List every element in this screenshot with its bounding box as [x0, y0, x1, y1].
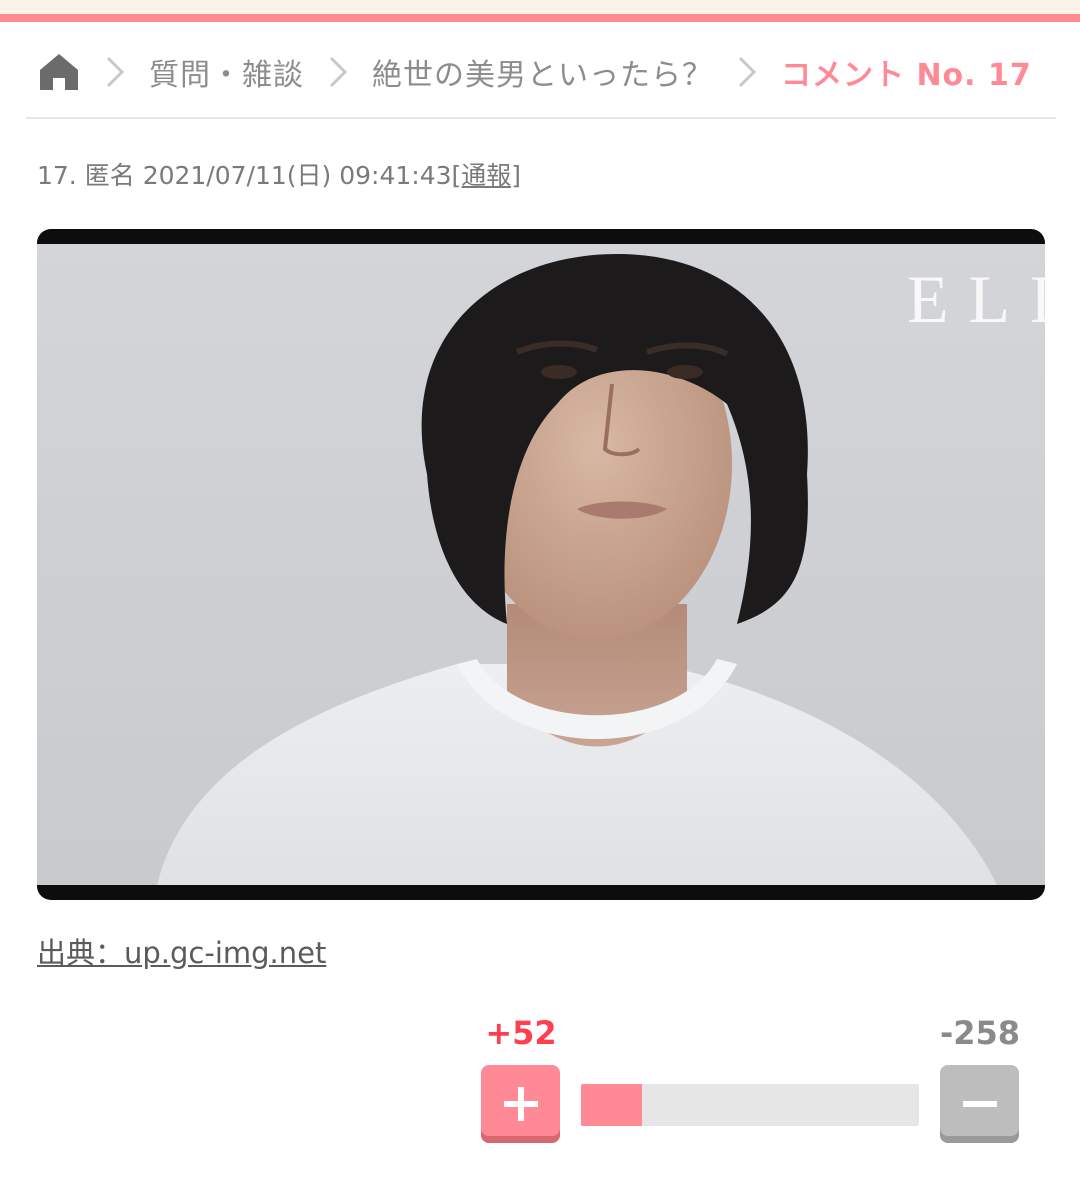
chevron-right-icon [320, 52, 356, 92]
plus-icon [503, 1087, 538, 1121]
plus-vote-button[interactable] [481, 1065, 560, 1143]
vote-ratio-bar [581, 1084, 919, 1126]
chevron-right-icon [97, 52, 133, 92]
breadcrumb: 質問・雑談 絶世の美男といったら？ コメント No. 17 [37, 44, 1043, 100]
home-icon[interactable] [37, 51, 81, 93]
minus-vote-count: -258 [939, 1014, 1021, 1052]
breadcrumb-divider [26, 117, 1056, 119]
minus-vote-button[interactable] [940, 1065, 1019, 1143]
comment-meta: 17. 匿名 2021/07/11(日) 09:41:43[通報] [37, 156, 521, 190]
comment-image[interactable]: ELL [37, 229, 1045, 900]
vote-ratio-fill [581, 1084, 642, 1126]
breadcrumb-topic[interactable]: 絶世の美男といったら？ [372, 50, 713, 94]
watermark-text: ELL [907, 261, 1045, 337]
plus-vote-count: +52 [485, 1014, 557, 1052]
chevron-right-icon [729, 52, 765, 92]
top-pink-bar [0, 14, 1080, 22]
breadcrumb-category[interactable]: 質問・雑談 [149, 50, 304, 94]
minus-icon [962, 1101, 997, 1107]
comment-number: 17. [37, 161, 77, 190]
comment-datetime: 2021/07/11(日) 09:41:43 [142, 161, 452, 190]
photo: ELL [37, 244, 1045, 885]
breadcrumb-current: コメント No. 17 [781, 58, 1032, 93]
comment-author: 匿名 [84, 161, 135, 190]
top-accent-bar [0, 0, 1080, 14]
source-link[interactable]: 出典：up.gc-img.net [37, 930, 326, 970]
report-link[interactable]: [通報] [452, 161, 522, 190]
